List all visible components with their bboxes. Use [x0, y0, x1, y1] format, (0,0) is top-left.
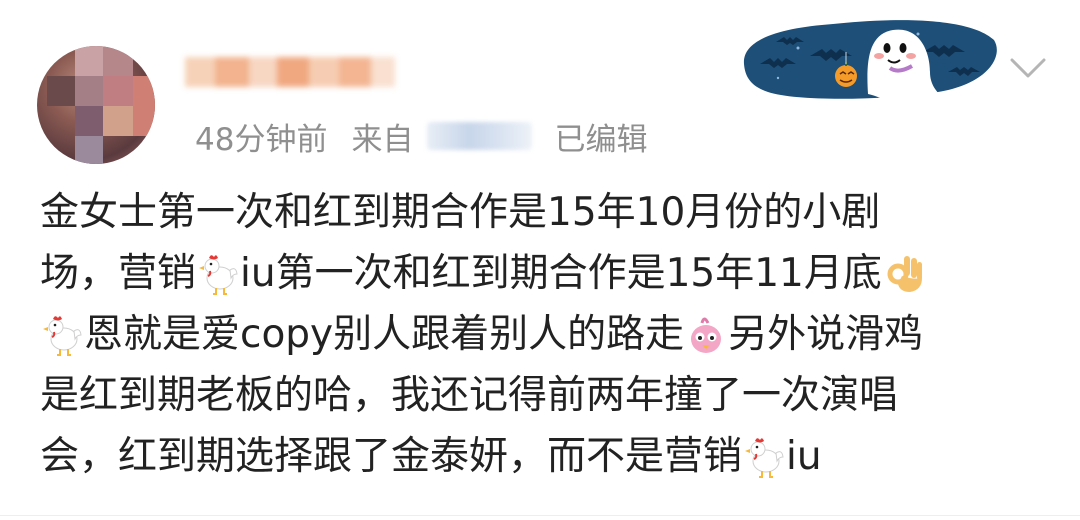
- post-text-segment: 会，红到期选择跟了金泰妍，而不是营销: [40, 434, 743, 479]
- post-text-segment: 恩就是爱copy别人跟着别人的路走: [84, 312, 685, 357]
- post-meta: 48分钟前 来自 已编辑: [195, 114, 647, 158]
- source-prefix: 来自: [351, 121, 414, 158]
- post-text-segment: 另外说滑鸡: [728, 312, 924, 357]
- edited-label[interactable]: 已编辑: [554, 114, 647, 159]
- rooster-emoji-icon: [745, 437, 784, 478]
- avatar-mosaic-tile: [75, 46, 103, 76]
- halloween-ghost-badge-icon[interactable]: [738, 12, 1000, 108]
- source-blurred[interactable]: [427, 122, 533, 150]
- rooster-emoji-icon: [199, 254, 238, 295]
- avatar-mosaic-tile: [103, 46, 133, 76]
- username-blurred[interactable]: [185, 52, 400, 92]
- username-blur-segment: [249, 57, 277, 87]
- post-text-line: 恩就是爱copy别人跟着别人的路走 另外说滑鸡: [40, 304, 1050, 365]
- chevron-down-icon[interactable]: [1008, 48, 1048, 88]
- post-text-segment: 场，营销: [40, 251, 197, 296]
- divider: [0, 515, 1080, 516]
- post-text-line: 场，营销 iu第一次和红到期合作是15年11月底: [40, 243, 1050, 304]
- avatar-mosaic-tile: [75, 106, 103, 136]
- avatar-mosaic-tile: [133, 76, 155, 136]
- username-blur-segment: [185, 57, 215, 87]
- weibo-post-card: 48分钟前 来自 已编辑 金女士第一次和红到期合作是15年10月份的小剧 场，营…: [0, 0, 1080, 520]
- ok-hand-emoji-icon: [887, 255, 922, 292]
- avatar-mosaic-tile: [103, 76, 133, 106]
- post-time: 48分钟前: [195, 121, 328, 158]
- post-text-line: 是红到期老板的哈，我还记得前两年撞了一次演唱: [40, 365, 1050, 426]
- avatar-mosaic-tile: [47, 76, 75, 106]
- pink-bird-emoji-icon: [691, 317, 722, 353]
- post-text-segment: 是红到期老板的哈，我还记得前两年撞了一次演唱: [40, 373, 899, 418]
- avatar-mosaic-tile: [103, 106, 133, 136]
- username-blur-segment: [371, 57, 395, 87]
- post-text-line: 会，红到期选择跟了金泰妍，而不是营销 iu: [40, 426, 1050, 487]
- user-avatar[interactable]: [37, 46, 155, 164]
- post-text: 金女士第一次和红到期合作是15年10月份的小剧 场，营销 iu第一次和红到期合作…: [40, 182, 1050, 487]
- post-text-segment: iu第一次和红到期合作是15年11月底: [240, 251, 882, 296]
- username-blur-segment: [339, 57, 371, 87]
- avatar-mosaic-tile: [75, 76, 103, 106]
- avatar-mosaic-tile: [75, 136, 103, 164]
- username-blur-segment: [277, 57, 309, 87]
- post-text-segment: 金女士第一次和红到期合作是15年10月份的小剧: [40, 190, 881, 235]
- username-blur-segment: [309, 57, 339, 87]
- rooster-emoji-icon: [43, 315, 82, 356]
- username-blur-segment: [215, 57, 249, 87]
- post-text-segment: iu: [786, 434, 822, 479]
- post-text-line: 金女士第一次和红到期合作是15年10月份的小剧: [40, 182, 1050, 243]
